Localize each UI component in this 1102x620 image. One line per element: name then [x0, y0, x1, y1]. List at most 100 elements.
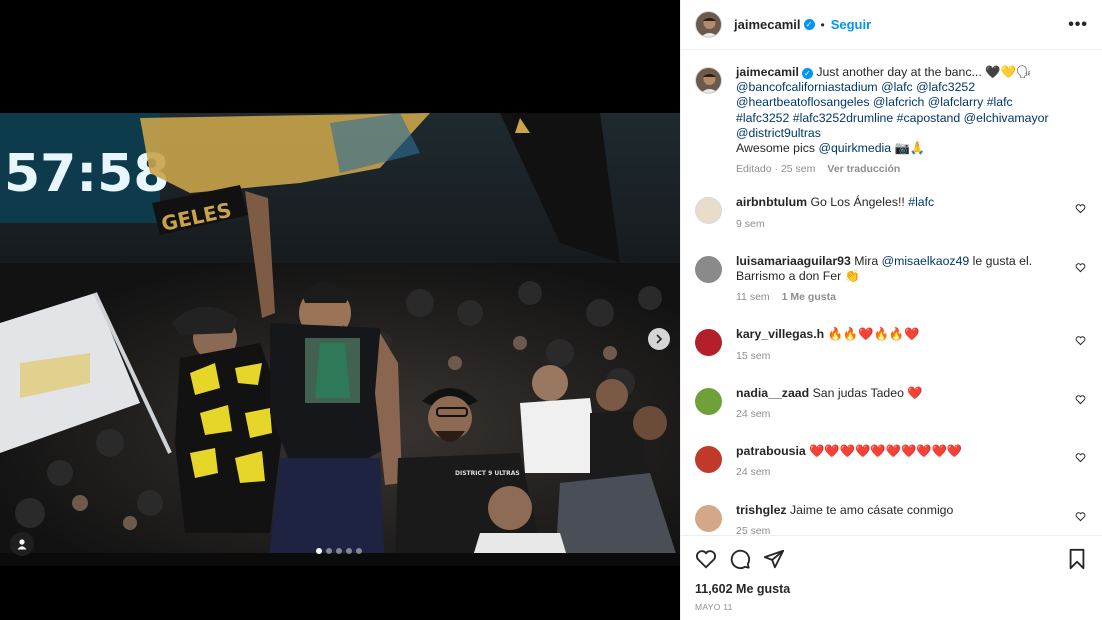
caption: jaimecamil ✓ Just another day at the banc…	[695, 65, 1088, 177]
translate-link[interactable]: Ver traducción	[827, 163, 900, 175]
comments-list[interactable]: jaimecamil ✓ Just another day at the banc…	[681, 51, 1102, 535]
likes-number: 11,602	[695, 582, 733, 596]
carousel-dot	[326, 548, 332, 554]
comment-time[interactable]: 9 sem	[736, 218, 765, 230]
comment-item: luisamariaaguilar93 Mira @misaelkaoz49 l…	[695, 254, 1088, 306]
heart-icon[interactable]	[1075, 262, 1086, 273]
comment-username[interactable]: trishglez	[736, 503, 787, 517]
comment-meta: 11 sem 1 Me gusta	[736, 290, 1066, 305]
heart-icon	[695, 550, 717, 569]
verified-badge-icon: ✓	[801, 68, 813, 79]
like-button[interactable]	[695, 548, 717, 570]
commenter-avatar[interactable]	[695, 197, 722, 225]
commenter-avatar[interactable]	[695, 387, 722, 415]
comment-likes[interactable]: 1 Me gusta	[782, 291, 836, 303]
comment-body: kary_villegas.h 🔥🔥❤️🔥🔥❤️ 15 sem	[736, 327, 1088, 363]
comment-link[interactable]: #lafc	[908, 195, 934, 209]
carousel-dot	[316, 548, 322, 554]
comment-time[interactable]: 24 sem	[736, 466, 770, 478]
comment-item: airbnbtulum Go Los Ángeles!! #lafc 9 sem	[695, 195, 1088, 231]
tagged-users-button[interactable]	[10, 532, 34, 556]
shirt-text: DISTRICT 9 ULTRAS	[455, 470, 520, 477]
caption-body: jaimecamil ✓ Just another day at the banc…	[736, 65, 1088, 177]
share-icon	[763, 549, 785, 569]
caption-mentions[interactable]: @bancofcaliforniastadium @lafc @lafc3252…	[736, 80, 1049, 140]
comment-time[interactable]: 24 sem	[736, 408, 770, 420]
save-button[interactable]	[1066, 548, 1088, 570]
author-username[interactable]: jaimecamil	[734, 17, 801, 32]
caption-end-link[interactable]: @quirkmedia	[818, 141, 891, 155]
share-button[interactable]	[763, 548, 785, 570]
caption-end: Awesome pics	[736, 141, 819, 156]
carousel-dot	[336, 548, 342, 554]
carousel-dot	[346, 548, 352, 554]
comment-text: Jaime te amo cásate conmigo	[790, 502, 954, 517]
comment-username[interactable]: patrabousia	[736, 444, 806, 458]
comment-time[interactable]: 15 sem	[736, 350, 770, 362]
comment-item: trishglez Jaime te amo cásate conmigo 25…	[695, 503, 1088, 535]
post-side-panel: jaimecamil ✓ • Seguir ••• jaimecamil ✓ Ju…	[680, 0, 1102, 620]
heart-icon[interactable]	[1075, 335, 1086, 346]
commenter-avatar[interactable]	[695, 446, 722, 474]
comment-item: kary_villegas.h 🔥🔥❤️🔥🔥❤️ 15 sem	[695, 327, 1088, 363]
comment-meta: 24 sem	[736, 465, 1066, 480]
comment-time[interactable]: 25 sem	[736, 525, 770, 535]
likes-label: Me gusta	[736, 582, 791, 596]
post-date[interactable]: MAYO 11	[681, 596, 1102, 612]
caption-username[interactable]: jaimecamil	[736, 65, 799, 79]
comment-username[interactable]: kary_villegas.h	[736, 327, 824, 341]
comment-username[interactable]: airbnbtulum	[736, 195, 807, 209]
verified-badge-icon: ✓	[803, 19, 815, 30]
comment-text: ❤️❤️❤️❤️❤️❤️❤️❤️❤️❤️	[809, 444, 963, 459]
caption-text: Just another day at the banc... 🖤💛🗣	[816, 65, 1032, 79]
post-photo[interactable]: 57:58 GELES DISTRICT 9 ULTRAS	[0, 113, 680, 566]
post-header: jaimecamil ✓ • Seguir •••	[681, 0, 1102, 50]
commenter-avatar[interactable]	[695, 329, 722, 357]
carousel-next-button[interactable]	[648, 328, 670, 350]
separator-dot: •	[820, 17, 825, 32]
commenter-avatar[interactable]	[695, 504, 722, 532]
comment-link[interactable]: @misaelkaoz49	[882, 254, 970, 268]
author-avatar[interactable]	[695, 11, 722, 38]
caption-end-emoji: 📷🙏	[891, 141, 926, 156]
likes-count[interactable]: 11,602 Me gusta	[681, 572, 1102, 596]
comment-text: 🔥🔥❤️🔥🔥❤️	[827, 327, 920, 342]
comment-text: Mira	[854, 253, 882, 268]
chevron-right-icon	[656, 334, 663, 344]
action-bar	[681, 536, 1102, 572]
commenter-avatar[interactable]	[695, 255, 722, 283]
scoreboard-time: 57:58	[4, 144, 170, 204]
edited-label: Editado · 25 sem	[736, 163, 816, 176]
comment-button[interactable]	[729, 548, 751, 570]
heart-icon[interactable]	[1075, 394, 1086, 405]
comment-text: San judas Tadeo ❤️	[812, 385, 923, 400]
comment-body: luisamariaaguilar93 Mira @misaelkaoz49 l…	[736, 254, 1088, 306]
comment-body: nadia__zaad San judas Tadeo ❤️ 24 sem	[736, 386, 1088, 422]
comment-text: Go Los Ángeles!!	[810, 195, 909, 210]
heart-icon[interactable]	[1075, 203, 1086, 214]
comment-body: patrabousia ❤️❤️❤️❤️❤️❤️❤️❤️❤️❤️ 24 sem	[736, 444, 1088, 480]
comment-meta: 9 sem	[736, 217, 1066, 232]
post-media: 57:58 GELES DISTRICT 9 ULTRAS	[0, 0, 680, 620]
author-avatar-small[interactable]	[695, 67, 722, 94]
post-footer: 11,602 Me gusta MAYO 11	[681, 535, 1102, 620]
comment-meta: 25 sem	[736, 524, 1066, 535]
heart-icon[interactable]	[1075, 452, 1086, 463]
comment-body: trishglez Jaime te amo cásate conmigo 25…	[736, 503, 1088, 535]
comment-time[interactable]: 11 sem	[736, 291, 770, 303]
caption-meta: Editado · 25 sem Ver traducción	[736, 162, 1066, 177]
follow-button[interactable]: Seguir	[831, 17, 871, 32]
bookmark-icon	[1069, 548, 1085, 570]
user-tag-icon	[17, 539, 27, 550]
heart-icon[interactable]	[1075, 511, 1086, 522]
comment-meta: 15 sem	[736, 349, 1066, 364]
comment-username[interactable]: nadia__zaad	[736, 386, 809, 400]
carousel-dot	[356, 548, 362, 554]
comment-item: nadia__zaad San judas Tadeo ❤️ 24 sem	[695, 386, 1088, 422]
comment-item: patrabousia ❤️❤️❤️❤️❤️❤️❤️❤️❤️❤️ 24 sem	[695, 444, 1088, 480]
comment-meta: 24 sem	[736, 407, 1066, 422]
comment-body: airbnbtulum Go Los Ángeles!! #lafc 9 sem	[736, 195, 1088, 231]
comment-username[interactable]: luisamariaaguilar93	[736, 254, 851, 268]
more-options-button[interactable]: •••	[1068, 16, 1088, 34]
comment-icon	[730, 549, 751, 570]
